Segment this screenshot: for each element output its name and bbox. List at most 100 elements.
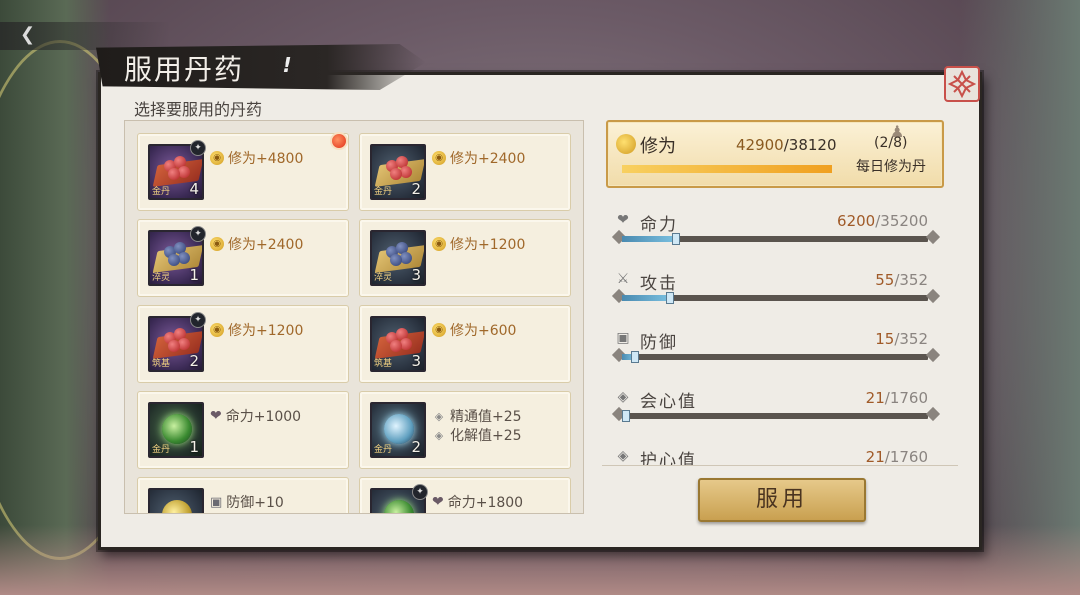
pill-effect-text: 修为+1200 — [450, 237, 526, 253]
pill-effect: ◉ 修为+2400 — [210, 234, 303, 254]
pill-orb-icon — [384, 500, 414, 513]
bound-badge-icon: ✦ — [190, 140, 206, 156]
pill-ball-icon — [168, 168, 180, 180]
pill-count: 1 — [189, 438, 199, 456]
pill-card[interactable]: ▣ 防御+10 — [137, 477, 349, 513]
pill-grade: 筑基 — [152, 359, 171, 369]
pill-card[interactable]: 金丹 2 ◉ 修为+2400 — [359, 133, 571, 211]
pill-ball-icon — [390, 168, 402, 180]
bar-end-cap — [925, 288, 941, 304]
stat-current: 6200 — [837, 212, 876, 230]
pill-thumbnail: 筑基 3 — [370, 316, 426, 372]
stat-value: 15/352 — [875, 330, 928, 348]
bound-badge-icon: ✦ — [412, 484, 428, 500]
help-icon[interactable]: ! — [274, 52, 300, 78]
pill-grade: 金丹 — [152, 187, 171, 197]
stat-progress-bar — [622, 351, 928, 363]
shield-icon: ▣ — [616, 330, 630, 346]
stat-progress-fill — [622, 295, 670, 301]
use-button[interactable]: 服用 — [698, 478, 866, 522]
pill-grade: 金丹 — [374, 187, 393, 197]
diamond-icon: ◈ — [617, 448, 629, 464]
stat-name: 命力 — [640, 215, 678, 235]
stat-max: /1760 — [884, 389, 928, 407]
pill-card[interactable]: ✦ ❤ 命力+1800 — [359, 477, 571, 513]
close-button[interactable] — [944, 66, 980, 102]
pill-card[interactable]: 金丹 1 ❤ 命力+1000 — [137, 391, 349, 469]
pill-effect: ◈ 精通值+25 — [432, 406, 522, 426]
pill-card[interactable]: 淬灵 3 ◉ 修为+1200 — [359, 219, 571, 297]
pill-count: 1 — [189, 266, 199, 284]
dialog-title: 服用丹药 — [124, 53, 245, 86]
stat-current: 55 — [875, 271, 895, 289]
pill-card[interactable]: 金丹 4 ✦ ◉ 修为+4800 — [137, 132, 349, 211]
pill-effect-text: 化解值+25 — [450, 428, 522, 444]
xiuwei-coin-icon: ◉ — [432, 151, 446, 165]
stat-value: 6200/35200 — [837, 212, 928, 230]
back-arrow-icon[interactable]: ❮ — [20, 24, 35, 45]
pill-effect: ❤ 命力+1800 — [432, 492, 523, 512]
stat-current: 21 — [865, 389, 885, 407]
pill-card[interactable]: 筑基 2 ✦ ◉ 修为+1200 — [137, 305, 349, 383]
pill-card[interactable]: 筑基 3 ◉ 修为+600 — [359, 305, 571, 383]
stat-name: 会心值 — [640, 392, 697, 412]
pill-effect-text: 修为+600 — [450, 323, 517, 339]
dialog-subtitle: 选择要服用的丹药 — [134, 100, 263, 119]
shield-icon: ▣ — [210, 494, 223, 510]
stat-max: /352 — [894, 271, 928, 289]
pill-effect-text: 防御+10 — [226, 495, 284, 511]
pill-ball-icon — [168, 340, 180, 352]
pill-orb-icon — [384, 414, 414, 444]
xiuwei-current: 42900 — [736, 136, 784, 154]
stat-row: ◈ 会心值 21/1760 — [611, 387, 942, 427]
pill-count: 2 — [189, 352, 199, 370]
pill-card[interactable]: 淬灵 1 ✦ ◉ 修为+2400 — [137, 219, 349, 297]
stat-name: 攻击 — [640, 274, 678, 294]
xiuwei-value: 42900/38120 — [736, 136, 837, 154]
xiuwei-coin-icon: ◉ — [210, 151, 224, 165]
xiuwei-coin-icon: ◉ — [210, 323, 224, 337]
xiuwei-coin-icon: ◉ — [432, 237, 446, 251]
stat-name: 防御 — [640, 333, 678, 353]
stat-max: /1760 — [884, 448, 928, 466]
pill-orb-icon — [162, 500, 192, 513]
xiuwei-label: 修为 — [640, 136, 676, 157]
bar-end-cap — [925, 347, 941, 363]
stat-progress-knob — [671, 233, 680, 245]
pill-effect-text: 修为+2400 — [450, 151, 526, 167]
pill-effect: ◉ 修为+2400 — [432, 148, 525, 168]
daily-pill-label: 每日修为丹 — [856, 159, 926, 175]
diamond-icon: ◈ — [434, 428, 444, 442]
pill-grade: 淬灵 — [374, 273, 393, 283]
close-icon — [948, 70, 976, 98]
pill-effect-text: 命力+1000 — [225, 409, 302, 425]
stat-row: ◈ 护心值 21/1760 — [611, 446, 942, 466]
pill-effect-text: 修为+2400 — [228, 237, 304, 253]
heart-icon: ❤ — [432, 494, 444, 510]
pill-effect: ◈ 化解值+25 — [432, 425, 522, 445]
pill-effect-text: 精通值+25 — [450, 409, 522, 425]
diamond-icon: ◈ — [617, 389, 629, 405]
pill-thumbnail: 金丹 1 — [148, 402, 204, 458]
stat-progress-fill — [622, 236, 676, 242]
xiuwei-coin-icon: ◉ — [432, 323, 446, 337]
pill-orb-icon — [162, 414, 192, 444]
xiuwei-progress-fill — [622, 165, 832, 173]
pill-effect: ◉ 修为+1200 — [210, 320, 303, 340]
divider — [602, 465, 958, 466]
pill-list[interactable]: 金丹 4 ✦ ◉ 修为+4800 金丹 2 ◉ 修为+2400 淬灵 1 ✦ ◉ 修为+2400 淬灵 3 ◉ 修… — [124, 120, 584, 514]
stat-value: 21/1760 — [866, 389, 928, 407]
pill-count: 2 — [411, 438, 421, 456]
stat-progress-knob — [631, 351, 640, 363]
xiuwei-progress-bar — [622, 165, 832, 173]
xiuwei-coin-icon: ◉ — [210, 237, 224, 251]
pill-effect-text: 命力+1800 — [447, 495, 524, 511]
pill-card[interactable]: 金丹 2 ◈ 精通值+25 ◈ 化解值+25 — [359, 391, 571, 469]
pill-effect: ◉ 修为+4800 — [210, 148, 303, 168]
diamond-icon: ◈ — [434, 409, 444, 423]
sword-icon: ⚔ — [616, 271, 630, 287]
new-indicator-dot — [330, 132, 348, 150]
xiuwei-coin-icon — [616, 134, 636, 154]
pill-count: 3 — [411, 266, 421, 284]
stat-max: /35200 — [875, 212, 928, 230]
